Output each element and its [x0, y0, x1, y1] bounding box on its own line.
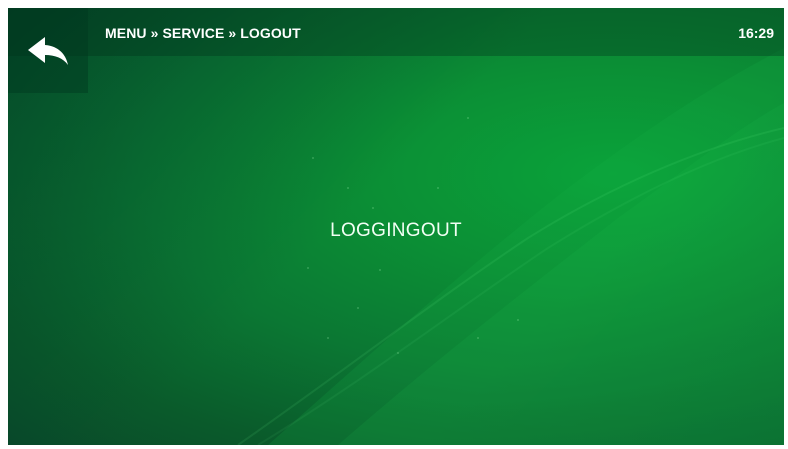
- status-message: LOGGINGOUT: [330, 220, 462, 241]
- breadcrumb: MENU » SERVICE » LOGOUT: [105, 25, 301, 41]
- screen: MENU » SERVICE » LOGOUT 16:29 LOGGINGOUT: [8, 8, 784, 445]
- back-arrow-icon: [28, 37, 68, 65]
- clock: 16:29: [738, 25, 774, 41]
- back-button[interactable]: [8, 8, 88, 93]
